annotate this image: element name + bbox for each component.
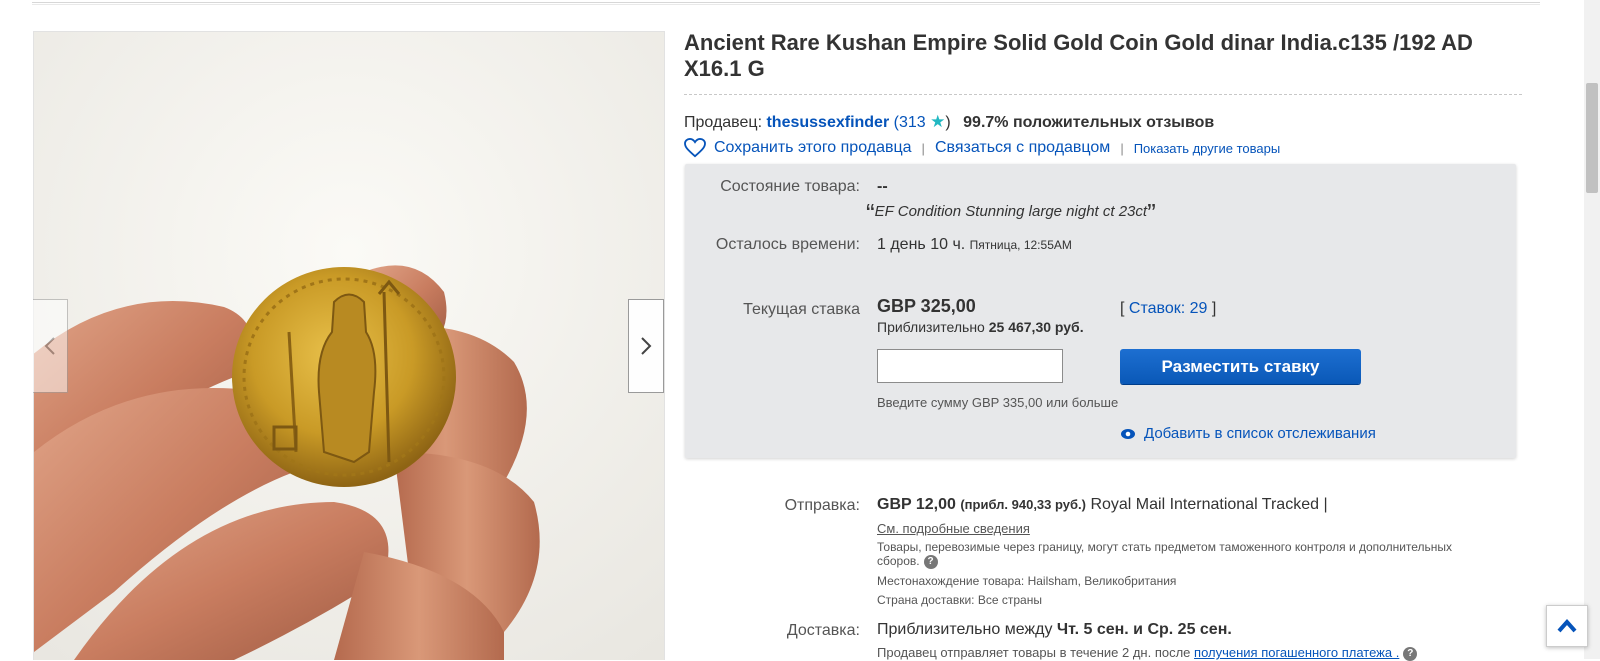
seller-feedback: 99.7% положительных отзывов [963, 114, 1215, 131]
bid-amount-input[interactable] [877, 349, 1063, 383]
seller-score-close: ) [945, 114, 951, 131]
question-icon[interactable]: ? [1403, 646, 1418, 661]
seller-info: Продавец: thesussexfinder (313 ★) 99.7% … [684, 112, 1214, 132]
chevron-left-icon [44, 337, 55, 355]
shipping-service: Royal Mail International Tracked | [1090, 496, 1328, 513]
condition-label: Состояние товара: [720, 178, 860, 195]
ships-to-value: Все страны [977, 593, 1042, 607]
delivery-label: Доставка: [786, 622, 860, 639]
ships-to-label: Страна доставки: [877, 593, 975, 607]
product-image-gallery[interactable] [33, 31, 665, 660]
bids-open: [ [1120, 300, 1125, 317]
item-location-label: Местонахождение товара: [877, 574, 1025, 588]
item-location: Местонахождение товара: Hailsham, Велико… [877, 574, 1176, 588]
contact-seller-link[interactable]: Связаться с продавцом [935, 139, 1110, 157]
quote-close: ” [1147, 198, 1156, 228]
delivery-note: Продавец отправляет товары в течение 2 д… [877, 645, 1418, 661]
current-bid-label: Текущая ставка [743, 301, 860, 318]
delivery-note-text: Продавец отправляет товары в течение 2 д… [877, 645, 1191, 660]
approx-prefix: Приблизительно [877, 319, 985, 335]
bid-history-link[interactable]: Ставок: 29 [1129, 300, 1208, 317]
place-bid-button[interactable]: Разместить ставку [1120, 349, 1361, 384]
top-divider [32, 2, 1540, 3]
top-divider-shadow [32, 4, 1540, 5]
seller-name-link[interactable]: thesussexfinder [766, 114, 889, 131]
time-left: 1 день 10 ч. Пятница, 12:55AM [877, 236, 1072, 254]
time-end: Пятница, 12:55AM [969, 238, 1072, 252]
condition-note: “EF Condition Stunning large night ct 23… [866, 198, 1156, 229]
shipping-price: GBP 12,00 [877, 496, 956, 513]
separator: | [1120, 140, 1124, 156]
gallery-prev-button[interactable] [33, 299, 68, 393]
shipping-label: Отправка: [784, 497, 860, 514]
delivery-estimate: Приблизительно между Чт. 5 сен. и Ср. 25… [877, 621, 1232, 639]
back-to-top-button[interactable] [1546, 605, 1588, 647]
delivery-prefix: Приблизительно между [877, 621, 1053, 638]
time-left-label: Осталось времени: [715, 236, 860, 253]
chevron-up-icon [1557, 619, 1577, 633]
item-location-value: Hailsham, Великобритания [1027, 574, 1177, 588]
shipping-approx: (прибл. 940,33 руб.) [960, 497, 1086, 512]
question-icon[interactable]: ? [923, 554, 938, 569]
current-bid-price: GBP 325,00 [877, 296, 976, 316]
current-bid-approx: Приблизительно 25 467,30 руб. [877, 319, 1084, 335]
bid-count: [ Ставок: 29 ] [1120, 300, 1216, 318]
separator: | [921, 140, 925, 156]
seller-prefix: Продавец: [684, 114, 763, 131]
bid-hint: Введите сумму GBP 335,00 или больше [877, 395, 1119, 410]
payment-cleared-link[interactable]: получения погашенного платежа . [1194, 645, 1399, 660]
ships-to: Страна доставки: Все страны [877, 593, 1042, 607]
delivery-range: Чт. 5 сен. и Ср. 25 сен. [1056, 621, 1232, 638]
title-divider [684, 94, 1522, 95]
heart-icon[interactable] [684, 138, 706, 158]
time-left-value: 1 день 10 ч. [877, 236, 966, 253]
customs-note: Товары, перевозимые через границу, могут… [877, 540, 1497, 569]
condition-note-text: EF Condition Stunning large night ct 23c… [874, 203, 1148, 220]
approx-value: 25 467,30 руб. [988, 319, 1084, 335]
chevron-right-icon [641, 337, 652, 355]
customs-note-text: Товары, перевозимые через границу, могут… [877, 540, 1453, 568]
scrollbar-thumb[interactable] [1586, 83, 1598, 193]
seller-score-link[interactable]: 313 [899, 114, 926, 131]
eye-icon [1121, 428, 1135, 439]
gallery-next-button[interactable] [628, 299, 664, 393]
shipping-details-link[interactable]: См. подробные сведения [877, 521, 1030, 536]
seller-other-items-link[interactable]: Показать другие товары [1134, 141, 1281, 156]
seller-actions: Сохранить этого продавца | Связаться с п… [684, 138, 1280, 158]
product-photo [34, 32, 664, 660]
listing-title: Ancient Rare Kushan Empire Solid Gold Co… [684, 30, 1473, 81]
add-to-watchlist-link[interactable]: Добавить в список отслеживания [1120, 425, 1376, 442]
star-icon: ★ [930, 112, 946, 131]
save-seller-link[interactable]: Сохранить этого продавца [714, 139, 912, 157]
shipping-summary: GBP 12,00 (прибл. 940,33 руб.) Royal Mai… [877, 496, 1328, 514]
bids-close: ] [1211, 300, 1217, 317]
condition-value: -- [877, 178, 888, 195]
watchlist-label: Добавить в список отслеживания [1144, 425, 1376, 442]
quote-open: “ [866, 198, 875, 228]
